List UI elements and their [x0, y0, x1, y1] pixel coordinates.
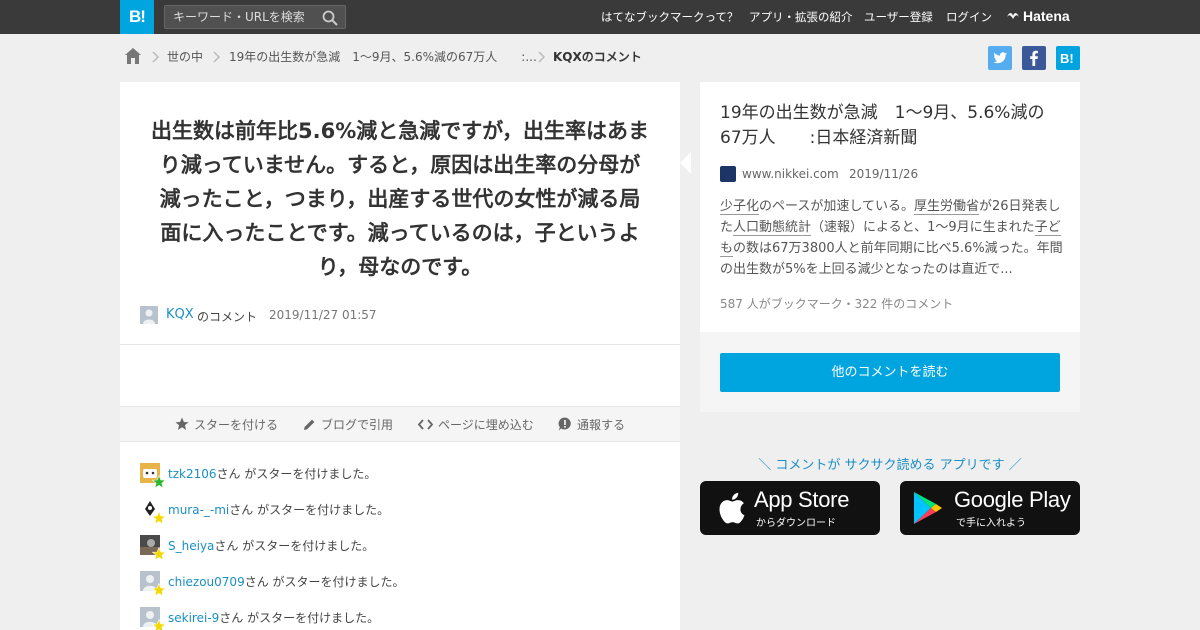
star-suffix: さん がスターを付けました。: [244, 575, 405, 589]
google-play-button[interactable]: Google Play で手に入れよう: [900, 481, 1080, 535]
nav-apps[interactable]: アプリ・拡張の紹介: [749, 0, 853, 34]
facebook-share-icon[interactable]: [1022, 46, 1046, 70]
star-item: chiezou0709さん がスターを付けました。: [140, 571, 440, 597]
hatena-bookmark-share-icon[interactable]: B!: [1056, 46, 1080, 70]
star-icon: [152, 511, 166, 525]
hatena-brand-text: Hatena: [1023, 8, 1070, 24]
embed-label: ページに埋め込む: [438, 418, 534, 432]
comment-date[interactable]: 2019/11/27 01:57: [269, 308, 377, 322]
app-promo-text: ＼ コメントが サクサク読める アプリです ／: [758, 458, 1022, 473]
default-user-icon: [143, 309, 155, 324]
star-icon: [152, 547, 166, 561]
search-input[interactable]: [165, 6, 315, 28]
blog-quote-button[interactable]: ブログで引用: [303, 417, 393, 433]
report-button[interactable]: 通報する: [558, 417, 625, 433]
article-excerpt: 少子化のペースが加速している。厚生労働省が26日発表した人口動態統計（速報）によ…: [720, 196, 1065, 280]
star-suffix: さん がスターを付けました。: [216, 467, 377, 481]
star-user-name: S_heiya: [168, 539, 215, 553]
app-store-button[interactable]: App Store からダウンロード: [700, 481, 880, 535]
breadcrumb-current: KQXのコメント: [553, 50, 642, 64]
embed-button[interactable]: ページに埋め込む: [417, 417, 534, 433]
excerpt-text: の数は67万3800人と前年同期に比べ5.6%減った。年間の出生数が5%を上回る…: [720, 241, 1063, 277]
google-play-icon: [914, 492, 942, 524]
star-user-name: mura-_-mi: [168, 503, 230, 517]
twitter-share-icon[interactable]: [988, 46, 1012, 70]
star-suffix: さん がスターを付けました。: [214, 539, 375, 553]
nikkei-favicon-icon: [720, 166, 736, 182]
search-icon[interactable]: [322, 10, 338, 26]
comment-user-link[interactable]: KQX: [166, 307, 194, 322]
excerpt-text: （速報）によると、1～9月に生まれた: [811, 220, 1035, 235]
comment-user-suffix: のコメント: [197, 310, 258, 324]
keyword-link[interactable]: 少子化: [720, 199, 760, 215]
green-star-icon: [152, 475, 166, 489]
star-suffix: さん がスターを付けました。: [219, 611, 380, 625]
app-store-subtitle: からダウンロード: [756, 518, 836, 529]
keyword-link[interactable]: 人口動態統計: [733, 220, 812, 236]
nav-register[interactable]: ユーザー登録: [864, 0, 933, 34]
hatena-logo[interactable]: Hatena: [1006, 0, 1070, 34]
star-icon: [152, 583, 166, 597]
chevron-right-icon: [152, 51, 160, 63]
star-item: S_heiyaさん がスターを付けました。: [140, 535, 440, 561]
apple-icon: [719, 492, 745, 524]
read-more-comments-button[interactable]: 他のコメントを読む: [720, 353, 1060, 392]
home-icon[interactable]: [124, 47, 142, 65]
star-icon: [152, 619, 166, 630]
code-icon: [417, 419, 434, 430]
article-title[interactable]: 19年の出生数が急減 1～9月、5.6%減の67万人 :日本経済新聞: [720, 101, 1065, 151]
article-site[interactable]: www.nikkei.com: [742, 167, 839, 181]
chevron-right-icon: [538, 51, 546, 63]
google-play-subtitle: で手に入れよう: [956, 518, 1026, 529]
star-user-name: sekirei-9: [168, 611, 220, 625]
breadcrumb-article[interactable]: 19年の出生数が急減 1～9月、5.6%減の67万人 :...: [229, 47, 537, 67]
hatena-bookmark-logo[interactable]: B!: [120, 0, 154, 34]
action-bar: スターを付ける ブログで引用 ページに埋め込む 通報する: [120, 406, 680, 442]
svg-text:B!: B!: [1060, 51, 1074, 66]
star-user-link[interactable]: sekirei-9さん がスターを付けました。: [168, 609, 379, 626]
comment-text: 出生数は前年比5.6%減と急減ですが，出生率はあまり減っていません。すると，原因…: [151, 119, 649, 279]
star-suffix: さん がスターを付けました。: [229, 503, 390, 517]
star-icon: [175, 417, 189, 430]
breadcrumb-category[interactable]: 世の中: [167, 47, 203, 67]
article-date: 2019/11/26: [849, 167, 919, 181]
nav-about[interactable]: はてなブックマークって？: [601, 0, 738, 34]
star-item: sekirei-9さん がスターを付けました。: [140, 607, 440, 630]
bookmark-stats[interactable]: 587 人がブックマーク・322 件のコメント: [720, 295, 953, 312]
hatena-mark-icon: [1007, 13, 1019, 19]
star-user-name: chiezou0709: [168, 575, 245, 589]
star-user-link[interactable]: mura-_-miさん がスターを付けました。: [168, 501, 389, 518]
blog-quote-label: ブログで引用: [321, 418, 394, 432]
keyword-link[interactable]: 厚生労働省: [913, 199, 979, 215]
search-box: [164, 5, 346, 29]
report-icon: [558, 417, 571, 431]
google-play-title: Google Play: [954, 487, 1071, 512]
star-item: tzk2106さん がスターを付けました。: [140, 463, 440, 489]
star-item: mura-_-miさん がスターを付けました。: [140, 499, 440, 525]
pencil-icon: [304, 419, 315, 430]
star-user-link[interactable]: tzk2106さん がスターを付けました。: [168, 465, 376, 482]
card-pointer: [680, 152, 691, 174]
nav-login[interactable]: ログイン: [946, 0, 992, 34]
chevron-right-icon: [213, 51, 221, 63]
excerpt-text: のペースが加速している。: [759, 199, 914, 214]
avatar[interactable]: [140, 306, 158, 324]
star-user-link[interactable]: S_heiyaさん がスターを付けました。: [168, 537, 374, 554]
divider: [120, 344, 680, 345]
add-star-label: スターを付ける: [194, 418, 279, 432]
star-user-link[interactable]: chiezou0709さん がスターを付けました。: [168, 573, 405, 590]
app-store-title: App Store: [754, 487, 850, 512]
report-label: 通報する: [577, 418, 626, 432]
add-star-button[interactable]: スターを付ける: [175, 417, 278, 433]
star-user-name: tzk2106: [168, 467, 217, 481]
